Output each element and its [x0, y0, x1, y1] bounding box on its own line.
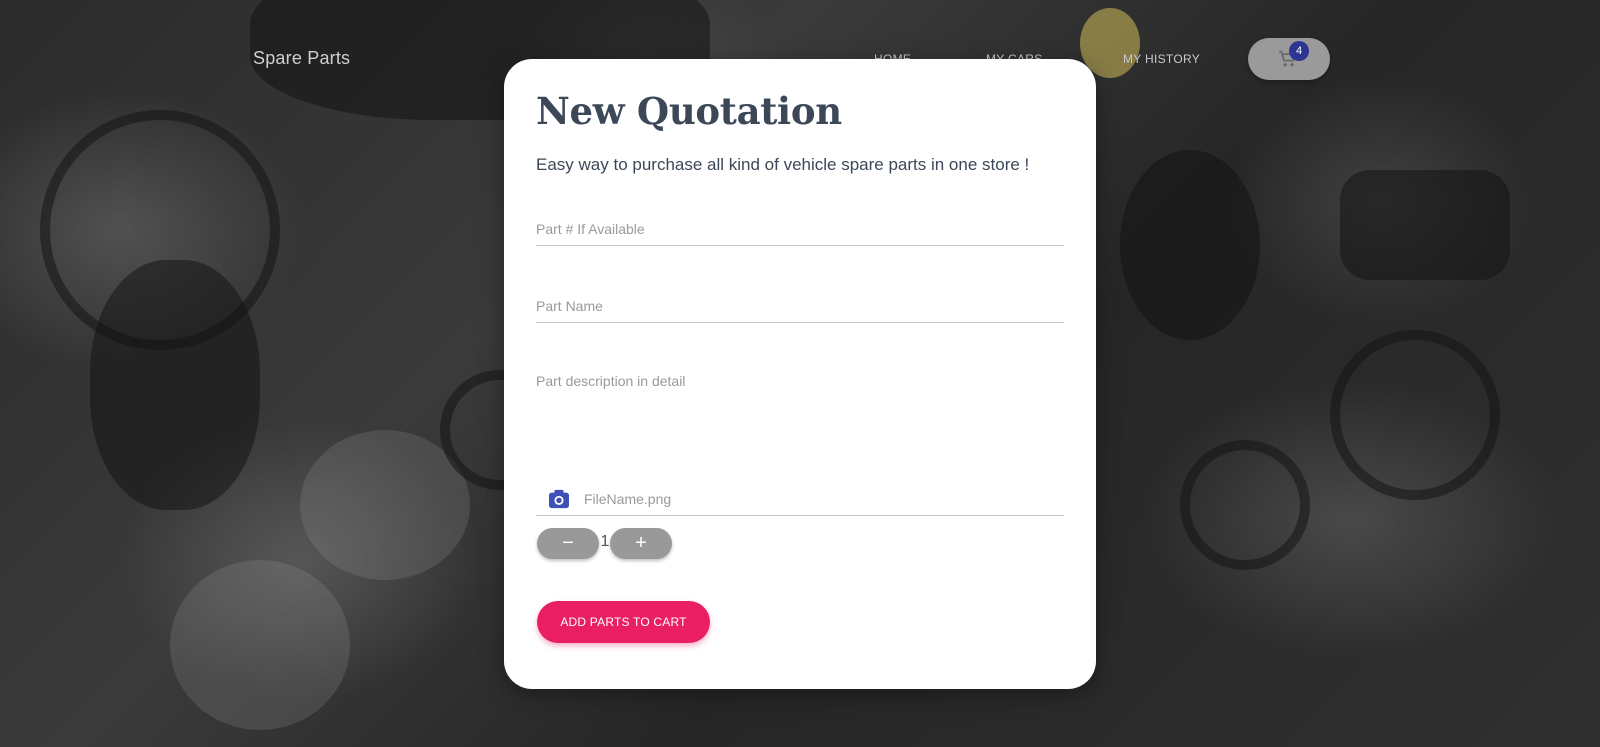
part-name-input[interactable]	[536, 296, 1064, 323]
page-background: Spare Parts HOME MY CARS MY HISTORY 4 Ne…	[0, 0, 1600, 747]
file-upload[interactable]: FileName.png	[548, 487, 671, 511]
background-part-decoration	[170, 560, 350, 730]
nav-link-my-history[interactable]: MY HISTORY	[1123, 52, 1200, 66]
background-part-decoration	[90, 260, 260, 510]
quantity-value: 1	[600, 533, 610, 550]
card-subtitle: Easy way to purchase all kind of vehicle…	[536, 155, 1030, 174]
card-title: New Quotation	[536, 89, 842, 133]
background-part-decoration	[1340, 170, 1510, 280]
background-part-decoration	[1180, 440, 1310, 570]
part-number-input[interactable]	[536, 219, 1064, 246]
increase-quantity-button[interactable]: +	[610, 528, 672, 559]
background-part-decoration	[40, 110, 280, 350]
background-part-decoration	[1120, 150, 1260, 340]
file-name-label: FileName.png	[584, 491, 672, 507]
quotation-card: New Quotation Easy way to purchase all k…	[504, 59, 1096, 689]
cart-count-badge: 4	[1289, 41, 1309, 61]
brand-name[interactable]: Spare Parts	[253, 48, 350, 69]
cart-button[interactable]: 4	[1248, 38, 1330, 80]
add-parts-to-cart-button[interactable]: ADD PARTS TO CART	[537, 601, 710, 643]
decrease-quantity-button[interactable]: −	[537, 528, 599, 559]
background-part-decoration	[1330, 330, 1500, 500]
background-part-decoration	[300, 430, 470, 580]
camera-icon	[549, 489, 569, 509]
